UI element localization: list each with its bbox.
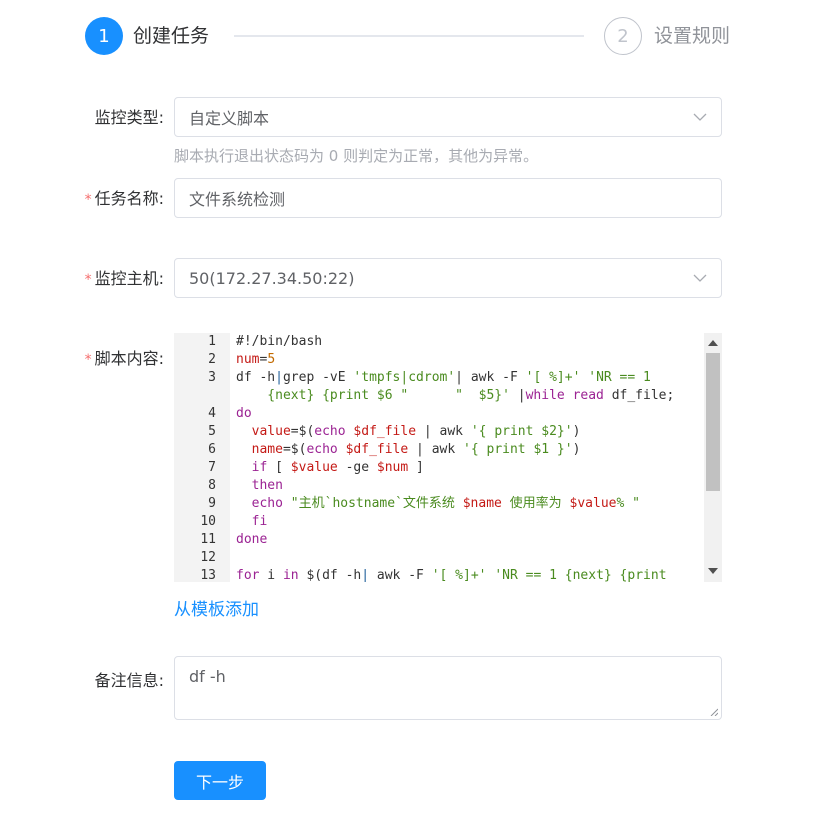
code-line: value=$(echo $df_file | awk '{ print $2}… — [251, 424, 581, 439]
line-number: 5 — [208, 424, 216, 439]
code-line: do — [236, 406, 252, 421]
code-line: echo "主机`hostname`文件系统 $name 使用率为 $value… — [251, 496, 640, 511]
step-2-circle: 2 — [604, 17, 642, 55]
step-1-circle: 1 — [85, 17, 123, 55]
add-from-template-link[interactable]: 从模板添加 — [174, 595, 259, 620]
script-label: * 脚本内容: — [60, 349, 164, 370]
line-number: 11 — [200, 532, 216, 547]
monitor-type-label: 监控类型: — [60, 108, 164, 128]
step-1-title: 创建任务 — [133, 25, 210, 47]
editor-scrollbar[interactable] — [704, 333, 722, 582]
task-name-label-text: 任务名称: — [94, 189, 164, 208]
chevron-down-icon — [693, 113, 707, 121]
line-number: 12 — [200, 550, 216, 565]
monitor-type-select[interactable]: 自定义脚本 — [174, 97, 722, 137]
task-name-label: * 任务名称: — [60, 189, 164, 210]
remark-label-text: 备注信息: — [94, 671, 164, 690]
line-number: 7 — [208, 460, 216, 475]
code-line: then — [251, 478, 283, 493]
code-line: num=5 — [236, 352, 276, 367]
code-line: done — [236, 532, 268, 547]
code-line: name=$(echo $df_file | awk '{ print $1 }… — [251, 442, 581, 457]
code-line: for i in $(df -h| awk -F '[ %]+' 'NR == … — [236, 568, 667, 582]
monitor-host-value: 50(172.27.34.50:22) — [189, 268, 355, 288]
step-2-title: 设置规则 — [654, 25, 731, 47]
scroll-up-arrow-icon[interactable] — [708, 340, 718, 346]
monitor-type-value: 自定义脚本 — [189, 109, 270, 128]
script-label-text: 脚本内容: — [94, 349, 164, 368]
required-mark: * — [84, 272, 92, 288]
monitor-type-label-text: 监控类型: — [94, 108, 164, 127]
required-mark: * — [84, 192, 92, 208]
next-step-button[interactable]: 下一步 — [174, 761, 266, 800]
line-number: 1 — [208, 334, 216, 349]
required-mark: * — [84, 352, 92, 368]
monitor-host-label: * 监控主机: — [60, 269, 164, 290]
scrollbar-thumb[interactable] — [706, 353, 720, 491]
line-number: 9 — [208, 496, 216, 511]
task-name-value: 文件系统检测 — [189, 190, 286, 209]
code-line: fi — [251, 514, 268, 529]
monitor-host-label-text: 监控主机: — [94, 269, 164, 288]
code-line: {next} {print $6 " " $5}' |while read df… — [236, 388, 675, 403]
line-number: 10 — [200, 514, 216, 529]
chevron-down-icon — [693, 274, 707, 282]
remark-label: 备注信息: — [60, 671, 164, 691]
code-line: #!/bin/bash — [236, 334, 323, 349]
monitor-host-select[interactable]: 50(172.27.34.50:22) — [174, 258, 722, 298]
remark-textarea[interactable]: df -h — [174, 656, 722, 720]
line-number: 3 — [208, 370, 216, 385]
line-number: 6 — [208, 442, 216, 457]
remark-value: df -h — [189, 667, 226, 686]
monitor-type-hint: 脚本执行退出状态码为 0 则判定为正常，其他为异常。 — [174, 147, 539, 165]
code-line: df -h|grep -vE 'tmpfs|cdrom'| awk -F '[ … — [236, 370, 651, 385]
line-number: 4 — [208, 406, 216, 421]
resize-handle-icon[interactable] — [710, 708, 718, 716]
line-number: 13 — [200, 568, 216, 582]
code-line: if [ $value -ge $num ] — [251, 460, 424, 475]
line-number: 2 — [208, 352, 216, 367]
editor-gutter: 1 2 3 4 5 6 7 8 9 10 11 12 13 — [174, 333, 230, 582]
task-name-input[interactable]: 文件系统检测 — [174, 178, 722, 218]
step-connector — [234, 35, 584, 37]
scroll-down-arrow-icon[interactable] — [708, 568, 718, 574]
line-number: 8 — [208, 478, 216, 493]
script-editor[interactable]: 1 2 3 4 5 6 7 8 9 10 11 12 13 #!/bin/bash num=5 df -h|… — [174, 333, 722, 582]
